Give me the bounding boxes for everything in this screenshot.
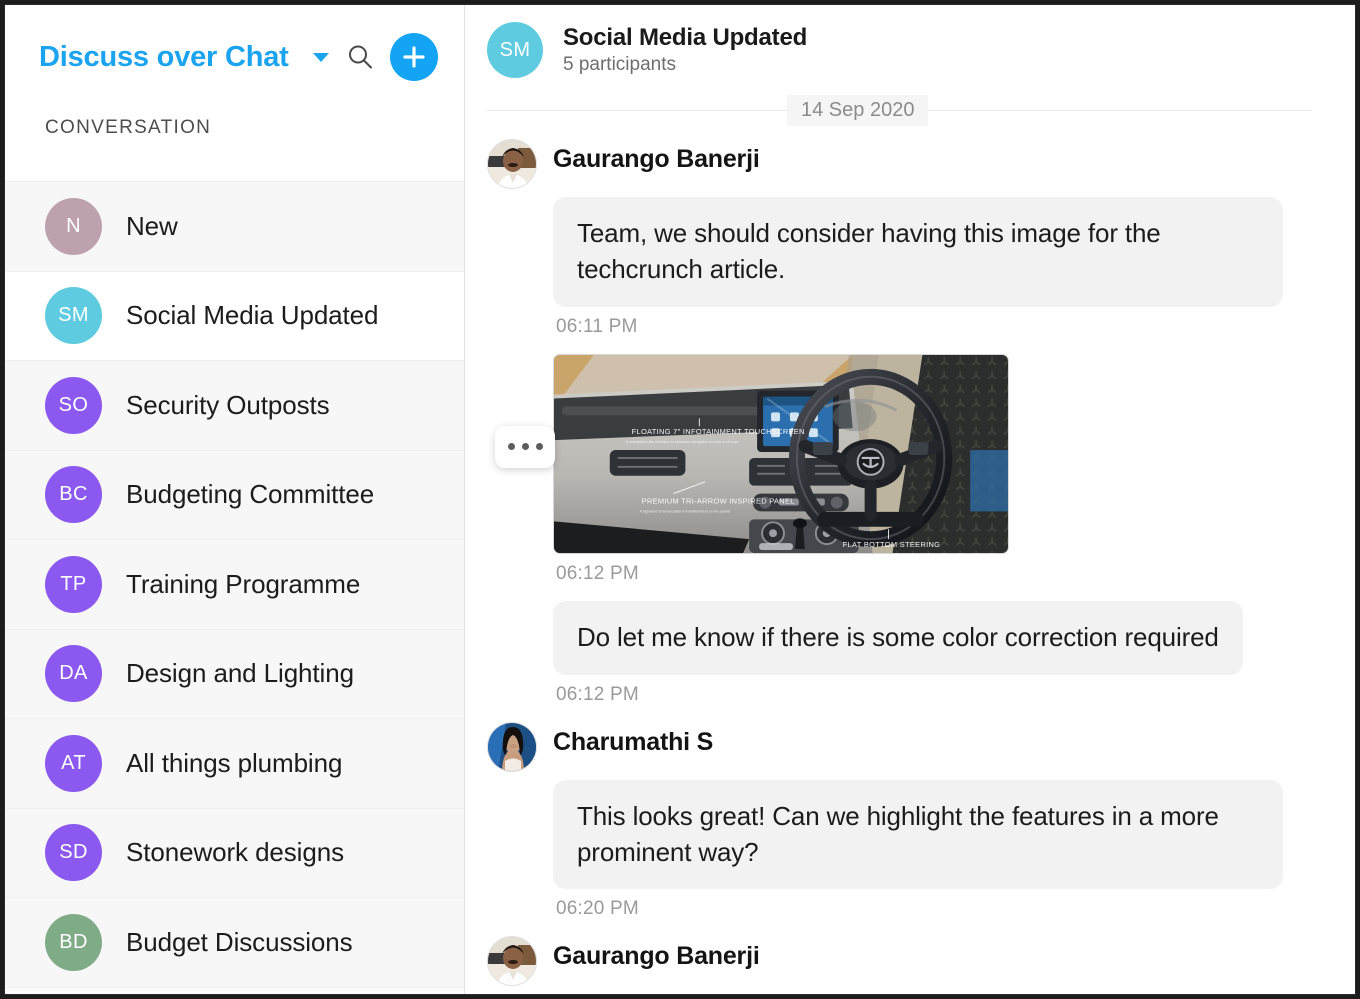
svg-text:A signature tri-arrow pattern: A signature tri-arrow pattern embellishm… <box>640 509 731 513</box>
sender-name: Gaurango Banerji <box>553 942 760 971</box>
car-dashboard-image[interactable]: FLOATING 7" INFOTAINMENT TOUCHSCREEN A s… <box>553 353 1009 554</box>
sender-name: Charumathi S <box>553 727 714 756</box>
app-title: Discuss over Chat <box>39 40 289 73</box>
message-group: Do let me know if there is some color co… <box>487 600 1311 706</box>
divider-line-left <box>487 109 787 111</box>
sidebar-item-security-outposts[interactable]: SO Security Outposts <box>5 361 464 451</box>
conversation-avatar: AT <box>45 734 102 792</box>
message-header: Charumathi S <box>487 721 1311 772</box>
message-group: Gaurango Banerji Team, we should conside… <box>487 139 1311 338</box>
sidebar-section-header: CONVERSATION <box>5 109 464 181</box>
participants-count: 5 participants <box>563 53 677 75</box>
message-group-image: FLOATING 7" INFOTAINMENT TOUCHSCREEN A s… <box>487 353 1311 585</box>
message-timestamp: 06:11 PM <box>556 315 638 337</box>
message-header: Gaurango Banerji <box>487 936 1311 987</box>
message-timestamp: 06:12 PM <box>556 683 639 705</box>
sidebar-item-label: Budgeting Committee <box>126 479 375 510</box>
search-glyph <box>349 45 372 69</box>
svg-text:PREMIUM TRI-ARROW INSPIRED PAN: PREMIUM TRI-ARROW INSPIRED PANEL <box>642 496 795 505</box>
message-body: Team, we should consider having this ima… <box>487 197 1311 338</box>
photo-gaurango-icon <box>488 140 536 188</box>
sidebar-item-label: Budget Discussions <box>126 926 353 957</box>
date-divider: 14 Sep 2020 <box>465 94 1355 126</box>
sidebar-item-label: Social Media Updated <box>126 300 379 331</box>
sender-name: Gaurango Banerji <box>553 145 760 173</box>
conversation-list: N New SM Social Media Updated SO Security Out… <box>5 181 464 994</box>
message-header: Gaurango Banerji <box>487 139 1311 189</box>
conversation-avatar: BC <box>45 466 102 524</box>
avatar[interactable] <box>487 139 537 189</box>
message-group: Gaurango Banerji Sure, Will do that 06:2… <box>487 936 1311 994</box>
dot <box>535 443 543 451</box>
sidebar-header: Discuss over Chat <box>5 5 464 109</box>
sidebar-item-label: All things plumbing <box>126 747 343 778</box>
app-window: Discuss over Chat CONVERSATION N New SM … <box>4 4 1356 995</box>
sidebar-item-label: Stonework designs <box>126 837 344 868</box>
conversation-avatar: BD <box>45 913 102 971</box>
message-timestamp: 06:20 PM <box>556 898 639 920</box>
sidebar: Discuss over Chat CONVERSATION N New SM … <box>5 5 465 994</box>
sidebar-item-label: Training Programme <box>126 568 361 599</box>
message-bubble[interactable]: This looks great! Can we highlight the f… <box>553 779 1283 890</box>
message-bubble[interactable]: Team, we should consider having this ima… <box>553 197 1283 307</box>
photo-gaurango-icon <box>488 937 536 986</box>
chevron-down-icon[interactable] <box>309 45 333 69</box>
search-icon[interactable] <box>340 37 380 77</box>
message-group: Charumathi S This looks great! Can we hi… <box>487 721 1311 921</box>
sidebar-item-label: New <box>126 210 178 241</box>
conversation-avatar: TP <box>45 555 102 613</box>
add-conversation-button[interactable] <box>390 33 438 81</box>
section-label: CONVERSATION <box>45 117 212 138</box>
conversation-avatar: SD <box>45 824 102 882</box>
date-label: 14 Sep 2020 <box>787 94 929 126</box>
message-body: This looks great! Can we highlight the f… <box>487 779 1311 921</box>
sidebar-item-all-things-plumbing[interactable]: AT All things plumbing <box>5 719 464 809</box>
dot <box>507 443 515 451</box>
chat-title: Social Media Updated <box>563 24 808 52</box>
svg-text:A smartphone-like interface fo: A smartphone-like interface for seamless… <box>626 440 738 444</box>
sidebar-item-label: Security Outposts <box>126 389 330 420</box>
message-body: Do let me know if there is some color co… <box>487 600 1311 706</box>
dot <box>521 443 529 451</box>
sidebar-item-budget-discussions[interactable]: BD Budget Discussions <box>5 898 464 988</box>
plus-icon <box>403 46 425 68</box>
conversation-avatar: SM <box>45 287 102 345</box>
sidebar-item-budgeting-committee[interactable]: BC Budgeting Committee <box>5 450 464 540</box>
avatar[interactable] <box>487 936 537 987</box>
image-message-row: FLOATING 7" INFOTAINMENT TOUCHSCREEN A s… <box>487 353 1311 585</box>
chat-panel: SM Social Media Updated 5 participants 1… <box>465 5 1355 994</box>
ellipsis-icon[interactable] <box>495 425 555 468</box>
svg-text:FLOATING 7" INFOTAINMENT TOUCH: FLOATING 7" INFOTAINMENT TOUCHSCREEN <box>632 427 805 436</box>
photo-charumathi-icon <box>488 722 536 771</box>
avatar[interactable] <box>487 721 537 772</box>
sidebar-item-social-media-updated[interactable]: SM Social Media Updated <box>5 271 464 361</box>
message-timestamp: 06:12 PM <box>556 562 639 584</box>
sidebar-item-training-programme[interactable]: TP Training Programme <box>5 540 464 630</box>
svg-text:FLAT BOTTOM STEERING: FLAT BOTTOM STEERING <box>843 540 941 549</box>
message-bubble[interactable]: Do let me know if there is some color co… <box>553 600 1243 675</box>
sidebar-item-stonework-designs[interactable]: SD Stonework designs <box>5 808 464 898</box>
message-list: Gaurango Banerji Team, we should conside… <box>465 125 1355 994</box>
chat-header: SM Social Media Updated 5 participants <box>465 5 1355 95</box>
conversation-avatar: DA <box>45 645 102 703</box>
chat-avatar-initials: SM <box>499 38 531 61</box>
divider-line-right <box>928 109 1311 111</box>
conversation-avatar: SO <box>45 376 102 434</box>
sidebar-item-design-and-lighting[interactable]: DA Design and Lighting <box>5 629 464 719</box>
sidebar-item-label: Design and Lighting <box>126 658 354 689</box>
chat-avatar: SM <box>487 22 543 78</box>
sidebar-item-new[interactable]: N New <box>5 182 464 272</box>
conversation-avatar: N <box>45 197 102 255</box>
